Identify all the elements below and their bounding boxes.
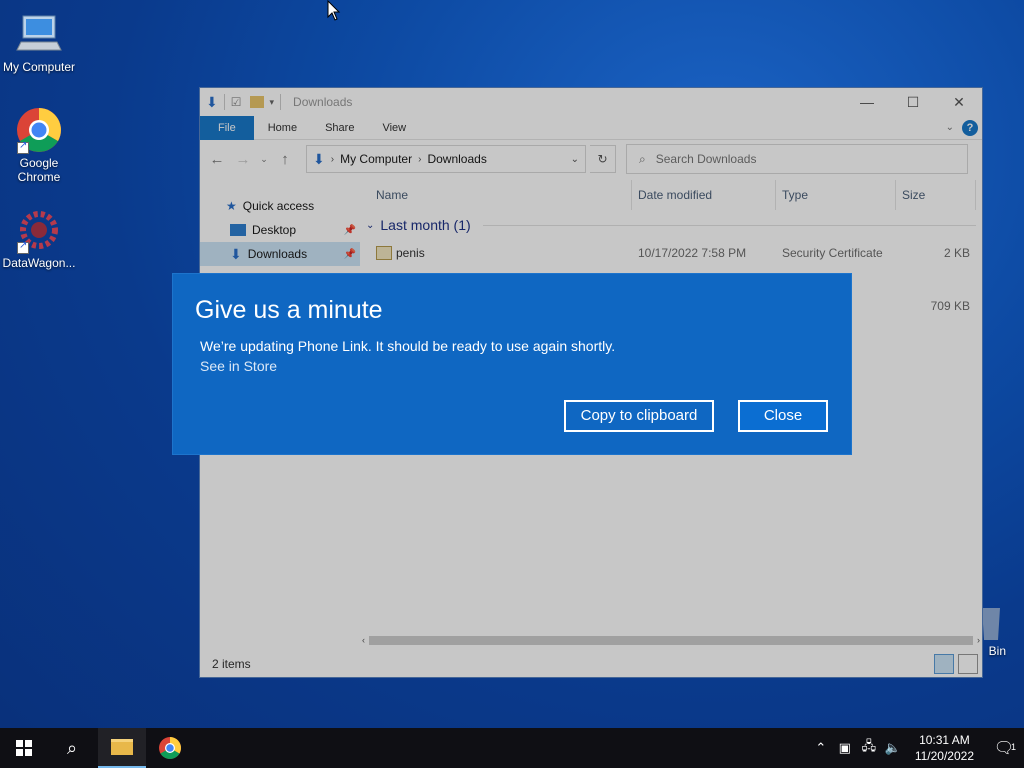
volume-icon[interactable]: 🔈 bbox=[881, 740, 905, 756]
start-button[interactable] bbox=[0, 728, 48, 768]
desktop-icon-datawagon[interactable]: DataWagon... bbox=[0, 206, 78, 270]
computer-icon bbox=[15, 10, 63, 58]
security-icon[interactable]: ▣ bbox=[833, 740, 857, 756]
chrome-icon bbox=[15, 106, 63, 154]
desktop-icon-label: My Computer bbox=[2, 60, 76, 74]
shortcut-arrow-icon bbox=[17, 240, 29, 254]
dialog-title: Give us a minute bbox=[195, 296, 383, 324]
desktop-icon-label: Google Chrome bbox=[17, 156, 61, 184]
phone-link-dialog: Give us a minute We’re updating Phone Li… bbox=[172, 273, 852, 455]
notification-count: 1 bbox=[1010, 742, 1016, 752]
shortcut-arrow-icon bbox=[17, 140, 29, 154]
network-icon[interactable]: 🖧 bbox=[857, 737, 881, 759]
taskbar: ⌕ ⌃ ▣ 🖧 🔈 10:31 AM 11/20/2022 🗨 1 bbox=[0, 728, 1024, 768]
action-center-button[interactable]: 🗨 1 bbox=[984, 738, 1024, 758]
dialog-message: We’re updating Phone Link. It should be … bbox=[200, 338, 616, 354]
desktop-icon-chrome[interactable]: Google Chrome bbox=[0, 106, 78, 184]
taskbar-chrome[interactable] bbox=[146, 728, 194, 768]
datawagon-icon bbox=[15, 206, 63, 254]
search-button[interactable]: ⌕ bbox=[48, 728, 96, 768]
see-in-store-link[interactable]: See in Store bbox=[200, 358, 277, 374]
folder-icon bbox=[111, 739, 133, 755]
chrome-icon bbox=[159, 737, 181, 759]
date: 11/20/2022 bbox=[914, 749, 974, 763]
taskbar-file-explorer[interactable] bbox=[98, 728, 146, 768]
time: 10:31 AM bbox=[919, 733, 970, 747]
copy-to-clipboard-button[interactable]: Copy to clipboard bbox=[564, 400, 714, 432]
search-icon: ⌕ bbox=[66, 737, 78, 758]
desktop-icon-my-computer[interactable]: My Computer bbox=[0, 10, 78, 74]
close-button[interactable]: Close bbox=[738, 400, 828, 432]
windows-logo-icon bbox=[16, 740, 32, 756]
mouse-cursor-icon bbox=[327, 0, 341, 21]
show-hidden-icons-icon[interactable]: ⌃ bbox=[809, 740, 833, 756]
clock[interactable]: 10:31 AM 11/20/2022 bbox=[905, 732, 984, 764]
desktop-icon-label: DataWagon... bbox=[2, 256, 76, 270]
